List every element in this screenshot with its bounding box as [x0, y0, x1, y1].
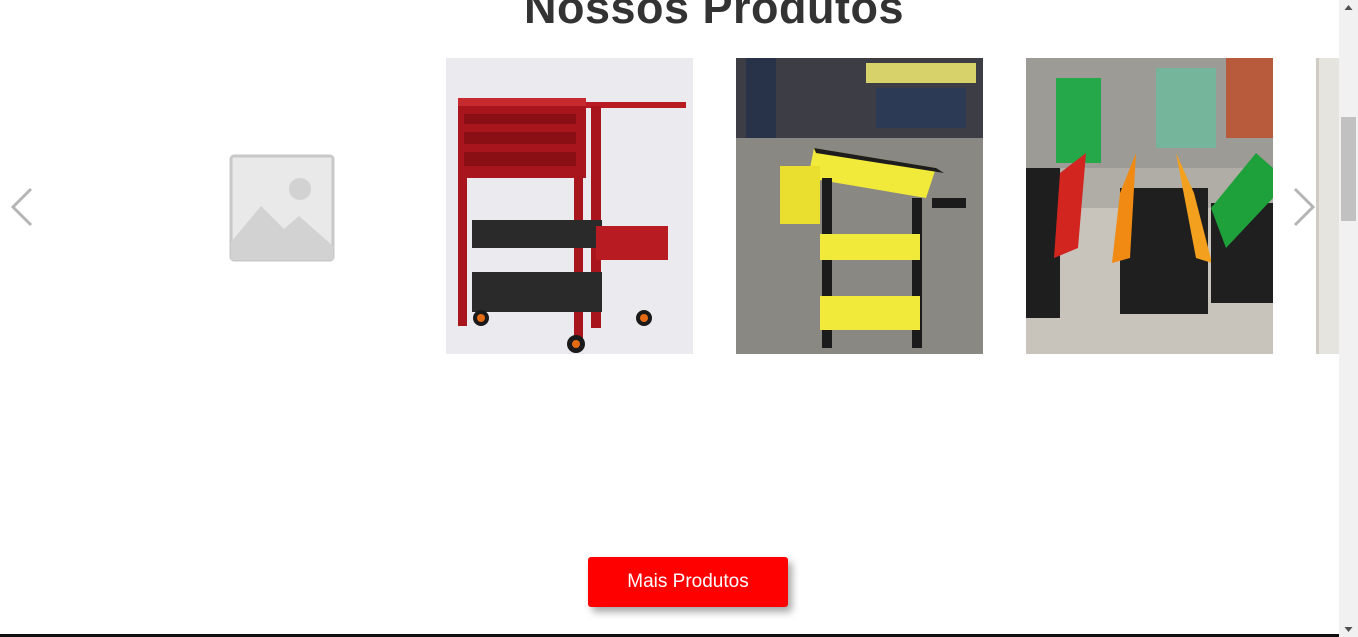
product-image	[1026, 58, 1273, 354]
product-card[interactable]	[1026, 58, 1273, 354]
vertical-scrollbar[interactable]	[1339, 0, 1358, 637]
carousel-prev-button[interactable]	[6, 186, 36, 230]
page: Nossos Produtos Mais Produtos	[0, 0, 1339, 637]
product-card[interactable]	[736, 58, 983, 354]
scroll-up-arrow-icon[interactable]	[1339, 0, 1358, 17]
chevron-left-icon	[10, 187, 33, 227]
chevron-right-icon	[1293, 187, 1316, 227]
product-image	[446, 58, 693, 354]
scrollbar-thumb[interactable]	[1341, 117, 1356, 221]
carousel-next-button[interactable]	[1290, 186, 1320, 230]
section-title: Nossos Produtos	[523, 0, 905, 33]
placeholder-image-icon	[229, 154, 335, 262]
scroll-down-arrow-icon[interactable]	[1339, 620, 1358, 637]
product-card[interactable]	[446, 58, 693, 354]
product-image	[736, 58, 983, 354]
product-card[interactable]	[156, 58, 403, 354]
more-products-button[interactable]: Mais Produtos	[588, 557, 788, 607]
